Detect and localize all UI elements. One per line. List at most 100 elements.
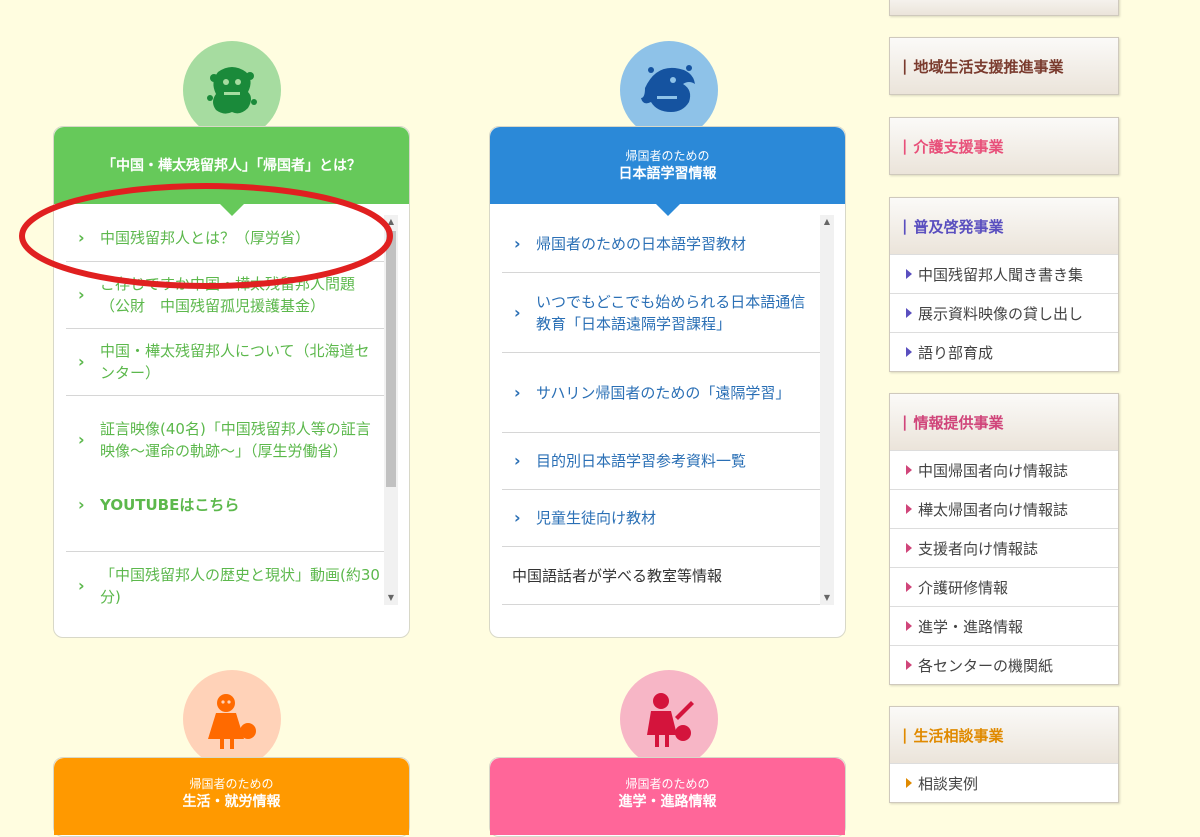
card3-title: 生活・就労情報 (182, 794, 281, 810)
triangle-right-icon (906, 543, 912, 553)
list-item-label: 目的別日本語学習参考資料一覧 (536, 452, 747, 470)
list-item-label: 証言映像(40名)「中国残留邦人等の証言映像～運命の軌跡～」（厚生労働省） (100, 420, 371, 460)
card2-subtitle: 帰国者のための (625, 148, 710, 163)
list-item-label: YOUTUBEはこちら (100, 496, 240, 514)
card2-list[interactable]: › 帰国者のための日本語学習教材 › いつでもどこでも始められる日本語通信教育「… (502, 215, 820, 605)
sidebar-heading-label: 介護支援事業 (913, 137, 1004, 156)
sidebar-link[interactable]: 介護研修情報 (890, 567, 1118, 606)
sidebar-link[interactable]: 進学・進路情報 (890, 606, 1118, 645)
card-japanese-learning: 帰国者のための 日本語学習情報 › 帰国者のための日本語学習教材 › いつでもど… (489, 126, 846, 638)
chevron-right-icon: › (78, 352, 85, 371)
list-item[interactable]: › 「中国残留邦人の歴史と現状」動画(約30分) (66, 552, 384, 606)
card-life-work: 帰国者のための 生活・就労情報 (53, 757, 410, 837)
sidebar-link[interactable]: 樺太帰国者向け情報誌 (890, 489, 1118, 528)
sidebar-link-label: 進学・進路情報 (918, 617, 1024, 636)
sidebar-heading-bar: | (902, 413, 908, 431)
sidebar-link-label: 樺太帰国者向け情報誌 (918, 500, 1069, 519)
card3-emblem (183, 670, 281, 768)
list-item[interactable]: 中国語話者が学べる教室等情報 (502, 547, 820, 605)
list-item-label: いつでもどこでも始められる日本語通信教育「日本語遠隔学習課程」 (536, 292, 806, 333)
sidebar-link[interactable]: 中国残留邦人聞き書き集 (890, 254, 1118, 293)
sidebar-heading-bar: | (902, 726, 908, 744)
card1-emblem (183, 41, 281, 139)
list-item-label: 児童生徒向け教材 (536, 509, 657, 527)
sidebar-link-label: 語り部育成 (918, 343, 994, 362)
sidebar-link[interactable]: 展示資料映像の貸し出し (890, 293, 1118, 332)
sidebar-section-regional-support[interactable]: | 地域生活支援推進事業 (889, 37, 1119, 95)
card3-header: 帰国者のための 生活・就労情報 (54, 758, 409, 835)
list-item[interactable]: › YOUTUBEはこちら (66, 484, 384, 552)
sidebar-link[interactable]: 中国帰国者向け情報誌 (890, 450, 1118, 489)
chevron-right-icon: › (514, 451, 521, 470)
list-item[interactable]: › 帰国者のための日本語学習教材 (502, 215, 820, 273)
annotation-ellipse (19, 183, 393, 289)
sidebar-link-label: 各センターの機関紙 (918, 656, 1054, 675)
list-item[interactable]: › 児童生徒向け教材 (502, 490, 820, 547)
triangle-right-icon (906, 504, 912, 514)
sidebar-heading[interactable]: | 情報提供事業 (890, 394, 1118, 450)
sidebar-link-label: 介護研修情報 (918, 578, 1009, 597)
list-item[interactable]: › 証言映像(40名)「中国残留邦人等の証言映像～運命の軌跡～」（厚生労働省） (66, 396, 384, 484)
sidebar-link[interactable]: 相談実例 (890, 763, 1118, 802)
card-education-career: 帰国者のための 進学・進路情報 (489, 757, 846, 837)
chevron-right-icon: › (78, 575, 85, 595)
triangle-right-icon (906, 269, 912, 279)
scroll-down-icon[interactable]: ▼ (384, 591, 398, 605)
sidebar-heading-bar: | (902, 137, 908, 155)
sidebar-heading-label: 生活相談事業 (913, 726, 1004, 745)
sidebar-heading-label: 情報提供事業 (913, 413, 1004, 432)
list-item[interactable]: › 目的別日本語学習参考資料一覧 (502, 433, 820, 490)
sidebar-section-consultation: | 生活相談事業 相談実例 (889, 706, 1119, 803)
card3-subtitle: 帰国者のための (189, 777, 274, 791)
card4-title: 進学・進路情報 (618, 794, 717, 810)
sidebar-link[interactable]: 語り部育成 (890, 332, 1118, 371)
sidebar-link-label: 中国残留邦人聞き書き集 (918, 265, 1084, 284)
girl-papercut-icon (208, 694, 256, 749)
lion-papercut-icon (207, 67, 257, 114)
child-papercut-icon (647, 693, 694, 747)
scroll-down-icon[interactable]: ▼ (820, 591, 834, 605)
sidebar-link[interactable]: 支援者向け情報誌 (890, 528, 1118, 567)
list-item[interactable]: › サハリン帰国者のための「遠隔学習」 (502, 353, 820, 433)
triangle-right-icon (906, 347, 912, 357)
list-item-label: 「中国残留邦人の歴史と現状」動画(約30分) (100, 565, 380, 606)
list-item-label: 中国・樺太残留邦人について（北海道センター） (100, 342, 370, 382)
list-item-label: 中国語話者が学べる教室等情報 (512, 566, 723, 585)
chevron-right-icon: › (514, 382, 521, 402)
chevron-right-icon: › (78, 495, 85, 514)
list-item-label: 帰国者のための日本語学習教材 (536, 234, 747, 253)
sidebar-link-label: 展示資料映像の貸し出し (918, 304, 1084, 323)
sidebar-heading-label: 普及啓発事業 (913, 217, 1004, 236)
sidebar-link-label: 中国帰国者向け情報誌 (918, 461, 1069, 480)
sidebar-section-awareness: | 普及啓発事業 中国残留邦人聞き書き集 展示資料映像の貸し出し 語り部育成 (889, 197, 1119, 372)
sidebar-box-top-partial[interactable] (889, 0, 1119, 16)
card4-header: 帰国者のための 進学・進路情報 (490, 758, 845, 835)
chevron-right-icon: › (78, 430, 85, 449)
triangle-right-icon (906, 308, 912, 318)
chevron-right-icon: › (514, 302, 521, 322)
card2-title: 日本語学習情報 (618, 165, 717, 182)
card2-emblem (620, 41, 718, 139)
sidebar-heading-bar: | (902, 217, 908, 235)
sidebar-heading[interactable]: | 介護支援事業 (890, 118, 1118, 174)
sidebar-link-label: 支援者向け情報誌 (918, 539, 1039, 558)
card2-scrollbar[interactable]: ▲ ▼ (820, 215, 834, 605)
sidebar-link-label: 相談実例 (918, 774, 979, 793)
chevron-right-icon: › (514, 233, 521, 253)
list-item[interactable]: › いつでもどこでも始められる日本語通信教育「日本語遠隔学習課程」 (502, 273, 820, 353)
card4-emblem (620, 670, 718, 768)
sidebar-heading-bar: | (902, 57, 908, 75)
triangle-right-icon (906, 660, 912, 670)
dragon-papercut-icon (641, 65, 695, 112)
list-item[interactable]: › 中国・樺太残留邦人について（北海道センター） (66, 329, 384, 396)
scroll-up-icon[interactable]: ▲ (820, 215, 834, 229)
sidebar-link[interactable]: 各センターの機関紙 (890, 645, 1118, 684)
triangle-right-icon (906, 778, 912, 788)
sidebar-section-care-support[interactable]: | 介護支援事業 (889, 117, 1119, 175)
sidebar-heading[interactable]: | 生活相談事業 (890, 707, 1118, 763)
sidebar-heading[interactable]: | 地域生活支援推進事業 (890, 38, 1118, 94)
card4-subtitle: 帰国者のための (625, 777, 710, 791)
triangle-right-icon (906, 465, 912, 475)
sidebar-heading[interactable]: | 普及啓発事業 (890, 198, 1118, 254)
sidebar-section-information: | 情報提供事業 中国帰国者向け情報誌 樺太帰国者向け情報誌 支援者向け情報誌 … (889, 393, 1119, 685)
